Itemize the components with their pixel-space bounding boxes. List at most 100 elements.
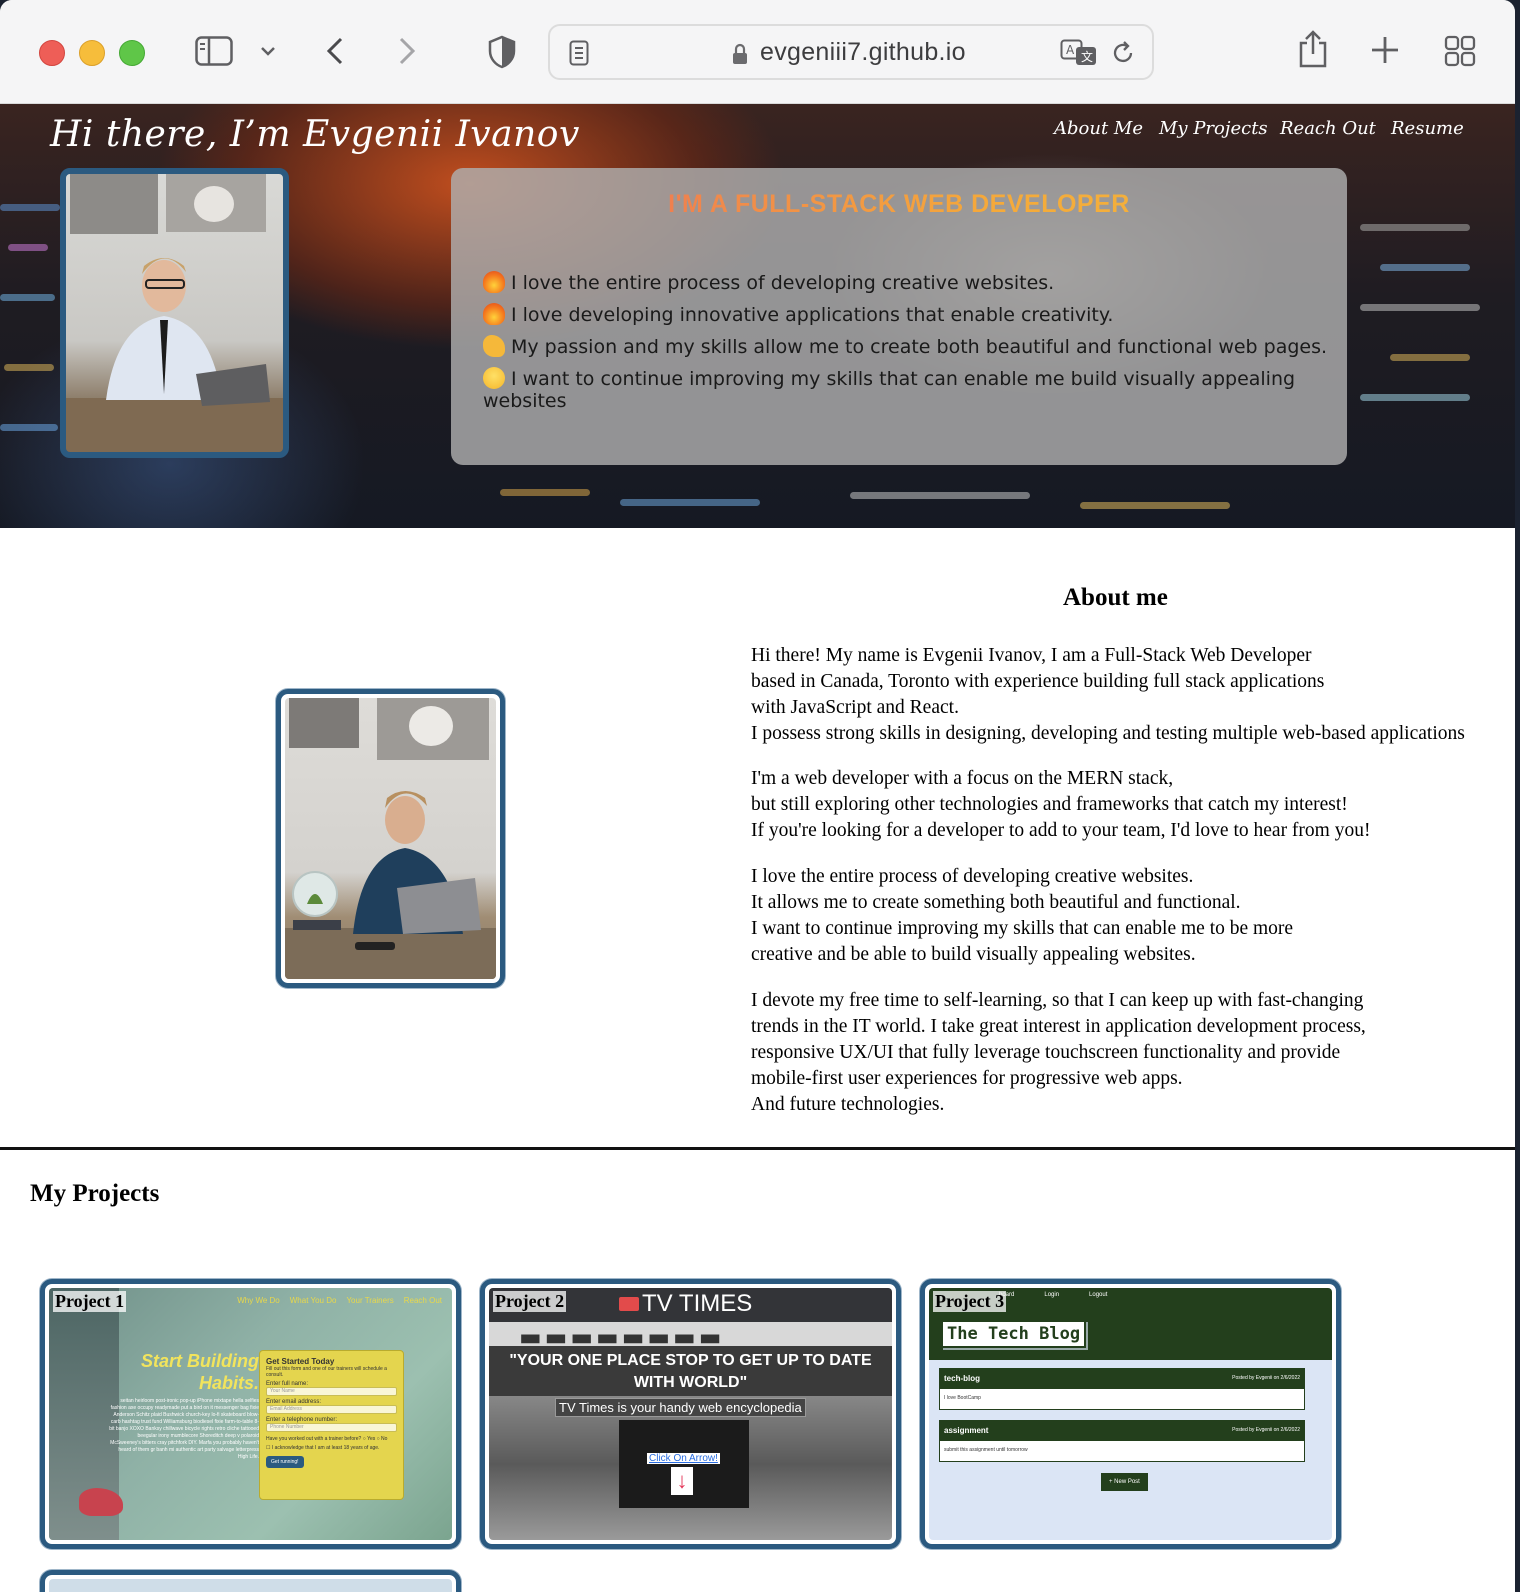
project-1-form-title: Get Started Today [266,1357,335,1366]
about-paragraph: Hi there! My name is Evgenii Ivanov, I a… [751,643,1465,747]
portrait-illustration [285,698,496,979]
about-line: with JavaScript and React. [751,697,959,718]
background-code-line [0,204,60,211]
arrow-down-icon: ↓ [671,1467,693,1495]
project-1-nav-item: Why We Do [237,1296,280,1305]
sidebar-toggle-icon[interactable] [194,34,234,68]
new-tab-icon[interactable] [1369,34,1401,66]
back-icon[interactable] [320,32,350,70]
yes-option: Yes [367,1436,376,1442]
portrait-illustration [66,174,283,452]
about-line: based in Canada, Toronto with experience… [751,671,1325,692]
no-option: No [381,1436,388,1442]
nav-my-projects[interactable]: My Projects [1159,118,1268,139]
nav-about-me[interactable]: About Me [1054,118,1143,139]
project-1-headline-line: Habits. [198,1373,259,1393]
hero-profile-photo [60,168,289,458]
hero-line-text: I want to continue improving my skills t… [483,368,1296,412]
nav-reach-out[interactable]: Reach Out [1280,118,1376,139]
get-running-button: Get running! [266,1456,304,1468]
project-1-ack-row: ☐ I acknowledge that I am at least 18 ye… [266,1445,380,1451]
tv-icon [619,1297,639,1311]
about-line: It allows me to create something both be… [751,892,1241,913]
hero-line: I love developing innovative application… [483,303,1113,326]
monocle-face-emoji-icon [483,367,505,389]
tech-blog-brand: The Tech Blog [941,1320,1087,1348]
project-1-nav: Why We Do What You Do Your Trainers Reac… [237,1296,442,1305]
chevron-down-icon[interactable] [256,38,280,64]
background-code-line [0,424,58,431]
blog-post: tech-blog Posted by Evgenii on 2/6/2022 I… [939,1368,1305,1410]
share-icon[interactable] [1296,28,1330,70]
translate-icon[interactable]: A文 [1060,38,1098,68]
project-1-preview: Project 1 Why We Do What You Do Your Tra… [49,1288,452,1540]
background-code-line [0,294,55,301]
project-card-3[interactable]: Project 3 board Login Logout The Tech Bl… [920,1279,1341,1549]
blog-post: assignment Posted by Evgenii on 2/6/2022 … [939,1420,1305,1462]
newspaper-headline-image: ▬▬▬▬▬▬▬▬ [489,1322,892,1346]
close-window-button[interactable] [39,40,65,66]
section-divider [0,1147,1515,1150]
project-1-headline: Start Building Habits. [139,1350,259,1394]
project-card-4[interactable] [40,1570,461,1592]
svg-text:A: A [1066,43,1075,57]
background-code-line [1380,264,1470,271]
about-photo-image [285,698,496,979]
project-card-2[interactable]: Project 2 TV TIMES ▬▬▬▬▬▬▬▬ "YOUR ONE PL… [480,1279,901,1549]
project-label: Project 1 [53,1291,127,1312]
project-1-body: seitan heirloom post-ironic pop-up iPhon… [109,1398,259,1460]
reader-view-icon[interactable] [568,39,590,67]
hero-title: Hi there, I’m Evgenii Ivanov [50,114,580,155]
about-line: If you're looking for a developer to add… [751,820,1371,841]
about-line: but still exploring other technologies a… [751,794,1348,815]
tab-overview-icon[interactable] [1443,34,1477,68]
project-1-headline-line: Start Building [141,1351,259,1371]
hero-line-text: I love developing innovative application… [511,304,1114,326]
project-1-nav-item: Reach Out [403,1296,442,1305]
reload-icon[interactable] [1108,38,1138,68]
minimize-window-button[interactable] [79,40,105,66]
about-line: mobile-first user experiences for progre… [751,1068,1183,1089]
about-paragraph: I devote my free time to self-learning, … [751,988,1366,1118]
about-line: I possess strong skills in designing, de… [751,723,1465,744]
fire-emoji-icon [483,303,505,325]
email-field: Email Address [266,1405,397,1414]
about-profile-photo [276,689,505,988]
background-code-line [8,244,48,251]
new-post-button: + New Post [1101,1473,1148,1491]
url-text: evgeniii7.github.io [760,38,966,66]
blog-post-header: tech-blog Posted by Evgenii on 2/6/2022 [940,1369,1304,1389]
project-2-brand: TV TIMES [619,1290,752,1318]
zoom-window-button[interactable] [119,40,145,66]
project-2-tagline: "YOUR ONE PLACE STOP TO GET UP TO DATE W… [489,1346,892,1396]
about-paragraph: I'm a web developer with a focus on the … [751,766,1370,844]
blog-post-header: assignment Posted by Evgenii on 2/6/2022 [940,1421,1304,1441]
project-1-nav-item: Your Trainers [346,1296,394,1305]
project-1-question-row: Have you worked out with a trainer befor… [266,1436,388,1442]
hero-section: Hi there, I’m Evgenii Ivanov About Me My… [0,104,1515,528]
about-line: responsive UX/UI that fully leverage tou… [751,1042,1341,1063]
blog-post-title: tech-blog [944,1374,980,1383]
blog-post-meta: Posted by Evgenii on 2/6/2022 [1232,1375,1300,1381]
project-card-1[interactable]: Project 1 Why We Do What You Do Your Tra… [40,1279,461,1549]
hero-line-text: I love the entire process of developing … [511,272,1055,294]
background-code-line [850,492,1030,499]
browser-window: evgeniii7.github.io A文 Hi there, I’m Evg… [0,0,1515,1592]
hero-line: My passion and my skills allow me to cre… [483,335,1327,358]
project-2-subtitle: TV Times is your handy web encyclopedia [555,1398,806,1417]
nav-resume[interactable]: Resume [1391,118,1464,139]
project-3-nav-item: Logout [1089,1292,1108,1298]
address-bar[interactable]: evgeniii7.github.io A文 [548,24,1154,80]
project-3-preview: Project 3 board Login Logout The Tech Bl… [929,1288,1332,1540]
privacy-shield-icon[interactable] [487,34,517,70]
background-code-line [1080,502,1230,509]
phone-field: Phone Number [266,1423,397,1432]
project-1-form-subtitle: Fill out this form and one of our traine… [266,1366,387,1378]
blog-post-title: assignment [944,1426,989,1435]
forward-icon[interactable] [392,32,422,70]
blog-post-meta: Posted by Evgenii on 2/6/2022 [1232,1427,1300,1433]
background-code-line [4,364,54,371]
project-label: Project 3 [933,1291,1007,1312]
about-line: I'm a web developer with a focus on the … [751,768,1174,789]
flexed-arm-emoji-icon [483,335,505,357]
